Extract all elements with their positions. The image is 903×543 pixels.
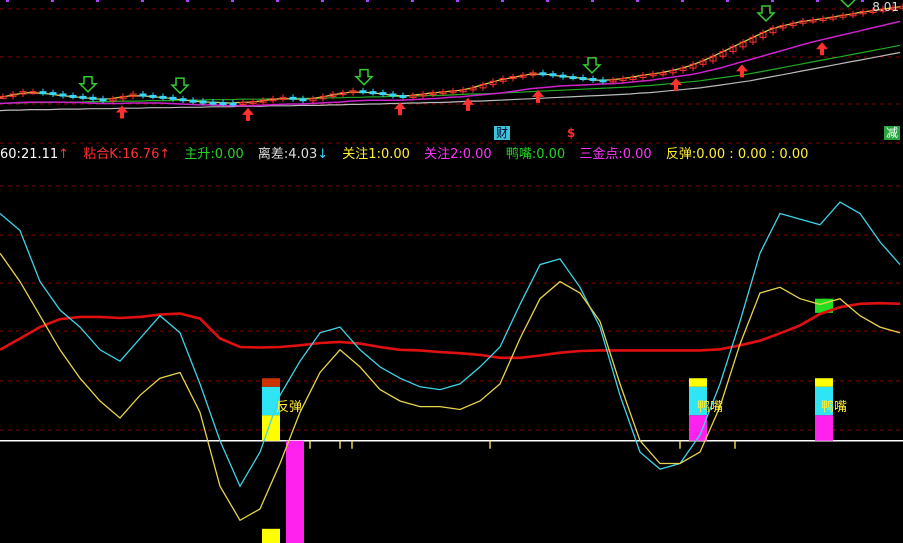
signal-bar-segment xyxy=(262,528,280,543)
signal-label-yazui-1: 鸭嘴 xyxy=(697,400,724,415)
candle-body xyxy=(379,92,387,96)
ma-green-line xyxy=(0,44,901,105)
candle-body xyxy=(49,92,57,96)
down-arrow-icon xyxy=(354,68,374,86)
indicator-item-nianhe: 粘合K: 16.76↑ xyxy=(83,147,171,162)
indicator-item-guanzhu2: 关注2: 0.00 xyxy=(424,147,492,162)
candle-body xyxy=(369,91,377,95)
candle-body xyxy=(399,94,407,98)
candle-body xyxy=(199,100,207,104)
price-panel xyxy=(0,0,903,121)
signal-bar-segment xyxy=(286,440,304,543)
candle-body xyxy=(159,95,167,99)
down-arrow-icon xyxy=(840,0,856,8)
candle-body xyxy=(39,91,47,95)
dollar-marker[interactable]: $ xyxy=(565,126,577,140)
indicator-item-zhusheng: 主升: 0.00 xyxy=(184,147,244,162)
candle-body xyxy=(389,93,397,97)
chart-canvas xyxy=(0,0,903,543)
candle-body xyxy=(169,96,177,100)
down-arrow-icon: ↓ xyxy=(317,147,329,162)
up-arrow-icon xyxy=(242,107,254,121)
indicator-item-licha: 离差: 4.03↓ xyxy=(257,147,329,162)
up-arrow-icon: ↑ xyxy=(58,147,70,162)
candle-body xyxy=(289,96,297,100)
signal-bar-segment xyxy=(815,415,833,441)
up-arrow-icon xyxy=(116,105,128,119)
candle-body xyxy=(79,95,87,99)
candle-body xyxy=(209,101,217,105)
reduce-marker[interactable]: 减 xyxy=(884,126,901,140)
indicator-item-sanjindian: 三金点: 0.00 xyxy=(579,147,652,162)
indicator-item-60: 60: 21.11↑ xyxy=(0,147,70,162)
candle-body xyxy=(179,98,187,102)
ma60-line xyxy=(0,51,901,112)
latest-price-label: 8.01 xyxy=(872,0,899,14)
candle-body xyxy=(299,98,307,102)
down-arrow-icon xyxy=(170,77,190,95)
candle-body xyxy=(589,77,597,81)
finance-marker[interactable]: 财 xyxy=(494,126,511,140)
candle-body xyxy=(539,72,547,76)
candle-body xyxy=(219,102,227,106)
series-line xyxy=(0,201,901,488)
candle-body xyxy=(69,94,77,98)
candle-body xyxy=(189,99,197,103)
candle-body xyxy=(59,93,67,97)
grid-lines xyxy=(0,0,903,431)
candle-body xyxy=(229,102,237,106)
signal-bar-segment xyxy=(815,378,833,387)
candle-body xyxy=(139,93,147,97)
indicator-panel xyxy=(0,201,903,543)
indicator-item-guanzhu1: 关注1: 0.00 xyxy=(342,147,410,162)
candle-body xyxy=(99,98,107,102)
indicator-item-yazui: 鸭嘴: 0.00 xyxy=(505,147,566,162)
candle-body xyxy=(89,96,97,100)
indicator-values-bar: 60: 21.11↑ 粘合K: 16.76↑ 主升: 0.00 离差: 4.03… xyxy=(0,146,903,164)
signal-bar-segment xyxy=(262,378,280,387)
candle-body xyxy=(569,76,577,80)
up-arrow-icon xyxy=(462,97,474,111)
down-arrow-icon xyxy=(78,76,98,93)
up-arrow-icon xyxy=(670,78,682,92)
indicator-item-fantan: 反弹: 0.00 : 0.00 : 0.00 xyxy=(665,147,809,162)
candle-body xyxy=(599,79,607,83)
down-arrow-icon xyxy=(582,57,602,74)
candle-body xyxy=(549,73,557,77)
signal-label-yazui-2: 鸭嘴 xyxy=(821,400,848,415)
signal-bar-segment xyxy=(689,378,707,387)
signal-label-fantan: 反弹 xyxy=(276,400,303,415)
down-arrow-icon xyxy=(756,5,776,23)
up-arrow-icon: ↑ xyxy=(159,147,171,162)
candle-body xyxy=(559,74,567,78)
candle-body xyxy=(579,77,587,81)
candle-body xyxy=(359,90,367,94)
up-arrow-icon xyxy=(816,42,828,56)
candle-body xyxy=(149,94,157,98)
